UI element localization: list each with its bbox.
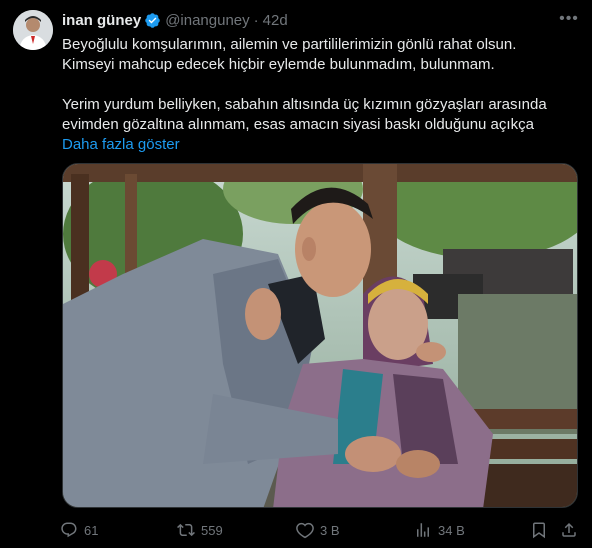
author-handle[interactable]: @inanguney [165,12,249,29]
share-button[interactable] [560,519,578,541]
verified-badge-icon [145,12,160,28]
views-chart-icon [417,523,429,537]
tweet-text: Beyoğlulu komşularımın, ailemin ve parti… [62,35,582,155]
views-count: 34 B [438,522,465,538]
photo-illustration [63,164,577,507]
bookmark-button[interactable] [530,519,548,541]
tweet-header: inan güney @inanguney · 42d [62,10,288,30]
show-more-link[interactable]: Daha fazla göster [62,136,180,153]
tweet-text-line: Kimseyi mahcup edecek hiçbir eylemde bul… [62,56,495,73]
reply-icon [61,522,77,538]
like-button[interactable]: 3 B [296,519,340,541]
like-count: 3 B [320,522,340,538]
views-button[interactable]: 34 B [414,519,465,541]
share-icon [562,522,576,537]
tweet-timestamp[interactable]: 42d [263,12,288,29]
tweet-photo[interactable] [62,163,578,508]
header-separator: · [253,11,259,29]
heart-icon [296,522,314,539]
retweet-button[interactable]: 559 [177,519,223,541]
reply-button[interactable]: 61 [60,519,98,541]
tweet-card[interactable]: inan güney @inanguney · 42d ••• Beyoğlul… [0,0,592,548]
tweet-text-line: Beyoğlulu komşularımın, ailemin ve parti… [62,36,517,53]
more-options-icon[interactable]: ••• [558,10,580,28]
retweet-count: 559 [201,522,223,538]
author-name[interactable]: inan güney [62,12,141,29]
tweet-text-line: Yerim yurdum belliyken, sabahın altısınd… [62,96,547,113]
retweet-icon [177,523,195,537]
bookmark-icon [533,522,545,539]
tweet-text-line: evimden gözaltına alınmam, esas amacın s… [62,116,534,133]
avatar[interactable] [13,10,53,50]
reply-count: 61 [84,522,99,538]
tweet-actions: 61 559 3 B 34 B [60,519,580,541]
